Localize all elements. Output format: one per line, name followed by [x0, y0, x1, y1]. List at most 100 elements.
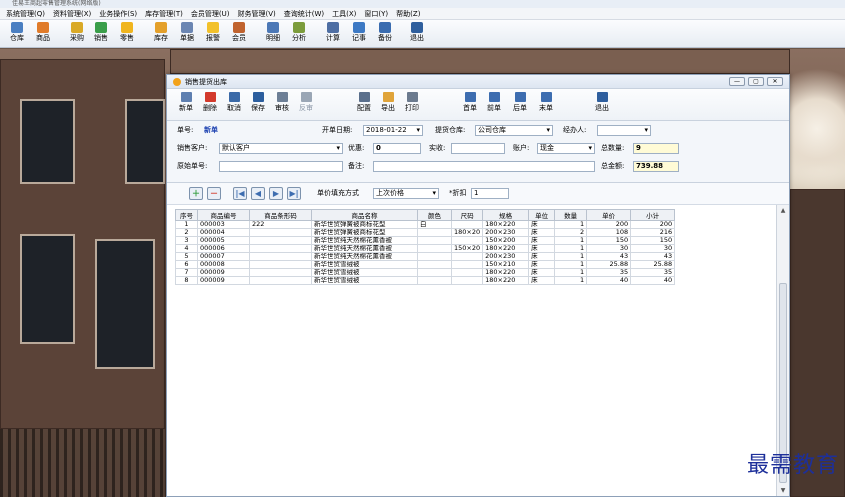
grid-cell[interactable]	[450, 220, 484, 229]
window-toolbar-button[interactable]: 取消	[223, 92, 245, 118]
grid-cell[interactable]	[417, 260, 452, 269]
menu-item[interactable]: 财务管理(V)	[238, 9, 276, 19]
grid-cell[interactable]: 150×20	[450, 244, 484, 253]
grid-column-header[interactable]: 单位	[528, 209, 556, 221]
grid-cell[interactable]: 床	[528, 220, 556, 229]
grid-column-header[interactable]: 数量	[554, 209, 588, 221]
grid-cell[interactable]	[249, 260, 312, 269]
grid-cell[interactable]: 新华世贸纯天然棉花薰香被	[311, 252, 418, 261]
toolbar-button[interactable]: 单据	[174, 22, 200, 46]
window-toolbar-button[interactable]: 审核	[271, 92, 293, 118]
grid-cell[interactable]: 床	[528, 228, 556, 237]
table-row[interactable]: 3 000005 新华世贸纯天然棉花薰香被 150×200 床 1 150 150	[175, 236, 676, 245]
toolbar-button[interactable]: 报警	[200, 22, 226, 46]
toolbar-button[interactable]: 明细	[260, 22, 286, 46]
remark-input[interactable]	[373, 161, 595, 172]
grid-cell[interactable]: 25.88	[630, 260, 676, 269]
grid-column-header[interactable]: 商品名称	[311, 209, 418, 221]
grid-cell[interactable]: 5	[175, 252, 198, 261]
grid-cell[interactable]: 35	[586, 268, 632, 277]
grid-cell[interactable]: 000008	[197, 260, 250, 269]
toolbar-button[interactable]: 零售	[114, 22, 140, 46]
grid-cell[interactable]	[249, 268, 312, 277]
grid-cell[interactable]: 43	[630, 252, 676, 261]
window-toolbar-button[interactable]: 打印	[401, 92, 423, 118]
table-row[interactable]: 1 000003 222 新华世贸弹簧被商标花型白 180×220 床 1 200 200	[175, 220, 676, 229]
grid-cell[interactable]: 222	[249, 220, 312, 229]
grid-cell[interactable]: 200	[586, 220, 632, 229]
next-row-button[interactable]: ▶	[269, 187, 283, 200]
grid-cell[interactable]: 床	[528, 236, 556, 245]
grid-cell[interactable]: 30	[630, 244, 676, 253]
grid-cell[interactable]: 40	[586, 276, 632, 285]
grid-cell[interactable]: 30	[586, 244, 632, 253]
grid-cell[interactable]	[450, 276, 484, 285]
toolbar-button[interactable]: 记事	[346, 22, 372, 46]
window-toolbar-button[interactable]: 末单	[535, 92, 557, 118]
grid-cell[interactable]: 200	[630, 220, 676, 229]
grid-cell[interactable]: 白	[417, 220, 452, 229]
menu-item[interactable]: 工具(X)	[332, 9, 356, 19]
grid-cell[interactable]: 150×200	[482, 236, 530, 245]
menu-item[interactable]: 业务操作(S)	[99, 9, 137, 19]
table-row[interactable]: 4 000006 新华世贸纯天然棉花薰香被 150×20 180×220 床 1 30 30	[175, 244, 676, 253]
grid-cell[interactable]: 新华世贸弹簧被商标花型	[311, 220, 418, 229]
grid-cell[interactable]: 1	[554, 220, 588, 229]
window-toolbar-button[interactable]: 首单	[459, 92, 481, 118]
grid-cell[interactable]: 25.88	[586, 260, 632, 269]
grid-cell[interactable]: 1	[554, 276, 588, 285]
toolbar-button[interactable]: 会员	[226, 22, 252, 46]
orig-no-input[interactable]	[219, 161, 343, 172]
grid-cell[interactable]	[450, 260, 484, 269]
grid-cell[interactable]: 1	[554, 244, 588, 253]
add-row-button[interactable]: ＋	[189, 187, 203, 200]
grid-cell[interactable]: 2	[554, 228, 588, 237]
grid-cell[interactable]: 新华世贸雪绒被	[311, 268, 418, 277]
grid-cell[interactable]: 7	[175, 268, 198, 277]
toolbar-button[interactable]: 备份	[372, 22, 398, 46]
grid-cell[interactable]: 2	[175, 228, 198, 237]
window-toolbar-button[interactable]: 前单	[483, 92, 505, 118]
grid-cell[interactable]: 床	[528, 268, 556, 277]
grid-cell[interactable]	[450, 236, 484, 245]
grid-column-header[interactable]: 规格	[482, 209, 530, 221]
grid-cell[interactable]	[249, 252, 312, 261]
grid-cell[interactable]: 180×220	[482, 276, 530, 285]
grid-cell[interactable]: 8	[175, 276, 198, 285]
grid-cell[interactable]: 000005	[197, 236, 250, 245]
grid-cell[interactable]: 000007	[197, 252, 250, 261]
window-toolbar-button[interactable]: 导出	[377, 92, 399, 118]
grid-cell[interactable]	[249, 228, 312, 237]
grid-cell[interactable]: 108	[586, 228, 632, 237]
customer-select[interactable]: 默认客户	[219, 143, 343, 154]
grid-cell[interactable]: 1	[554, 252, 588, 261]
toolbar-button[interactable]: 计算	[320, 22, 346, 46]
handler-select[interactable]	[597, 125, 651, 136]
grid-cell[interactable]: 000003	[197, 220, 250, 229]
maximize-button[interactable]: ▢	[748, 77, 764, 86]
toolbar-button[interactable]: 采购	[64, 22, 90, 46]
grid-column-header[interactable]: 商品编号	[197, 209, 250, 221]
grid-cell[interactable]: 床	[528, 252, 556, 261]
grid-cell[interactable]	[249, 244, 312, 253]
window-toolbar-button[interactable]: 反审	[295, 92, 317, 118]
table-row[interactable]: 5 000007 新华世贸纯天然棉花薰香被 200×230 床 1 43 43	[175, 252, 676, 261]
grid-cell[interactable]	[417, 228, 452, 237]
toolbar-button[interactable]: 销售	[88, 22, 114, 46]
grid-cell[interactable]	[450, 268, 484, 277]
date-picker[interactable]: 2018-01-22	[363, 125, 423, 136]
grid-cell[interactable]: 1	[554, 236, 588, 245]
window-toolbar-button[interactable]: 退出	[591, 92, 613, 118]
menu-item[interactable]: 资料管理(X)	[53, 9, 91, 19]
grid-cell[interactable]: 180×20	[450, 228, 484, 237]
account-select[interactable]: 现金	[537, 143, 595, 154]
window-toolbar-button[interactable]: 配置	[353, 92, 375, 118]
window-toolbar-button[interactable]: 新单	[175, 92, 197, 118]
grid-cell[interactable]	[417, 244, 452, 253]
grid-cell[interactable]: 180×220	[482, 244, 530, 253]
grid-cell[interactable]: 新华世贸雪绒被	[311, 260, 418, 269]
scroll-down-icon[interactable]: ▼	[777, 487, 789, 494]
grid-cell[interactable]: 000004	[197, 228, 250, 237]
grid-cell[interactable]: 6	[175, 260, 198, 269]
grid-cell[interactable]: 180×220	[482, 220, 530, 229]
